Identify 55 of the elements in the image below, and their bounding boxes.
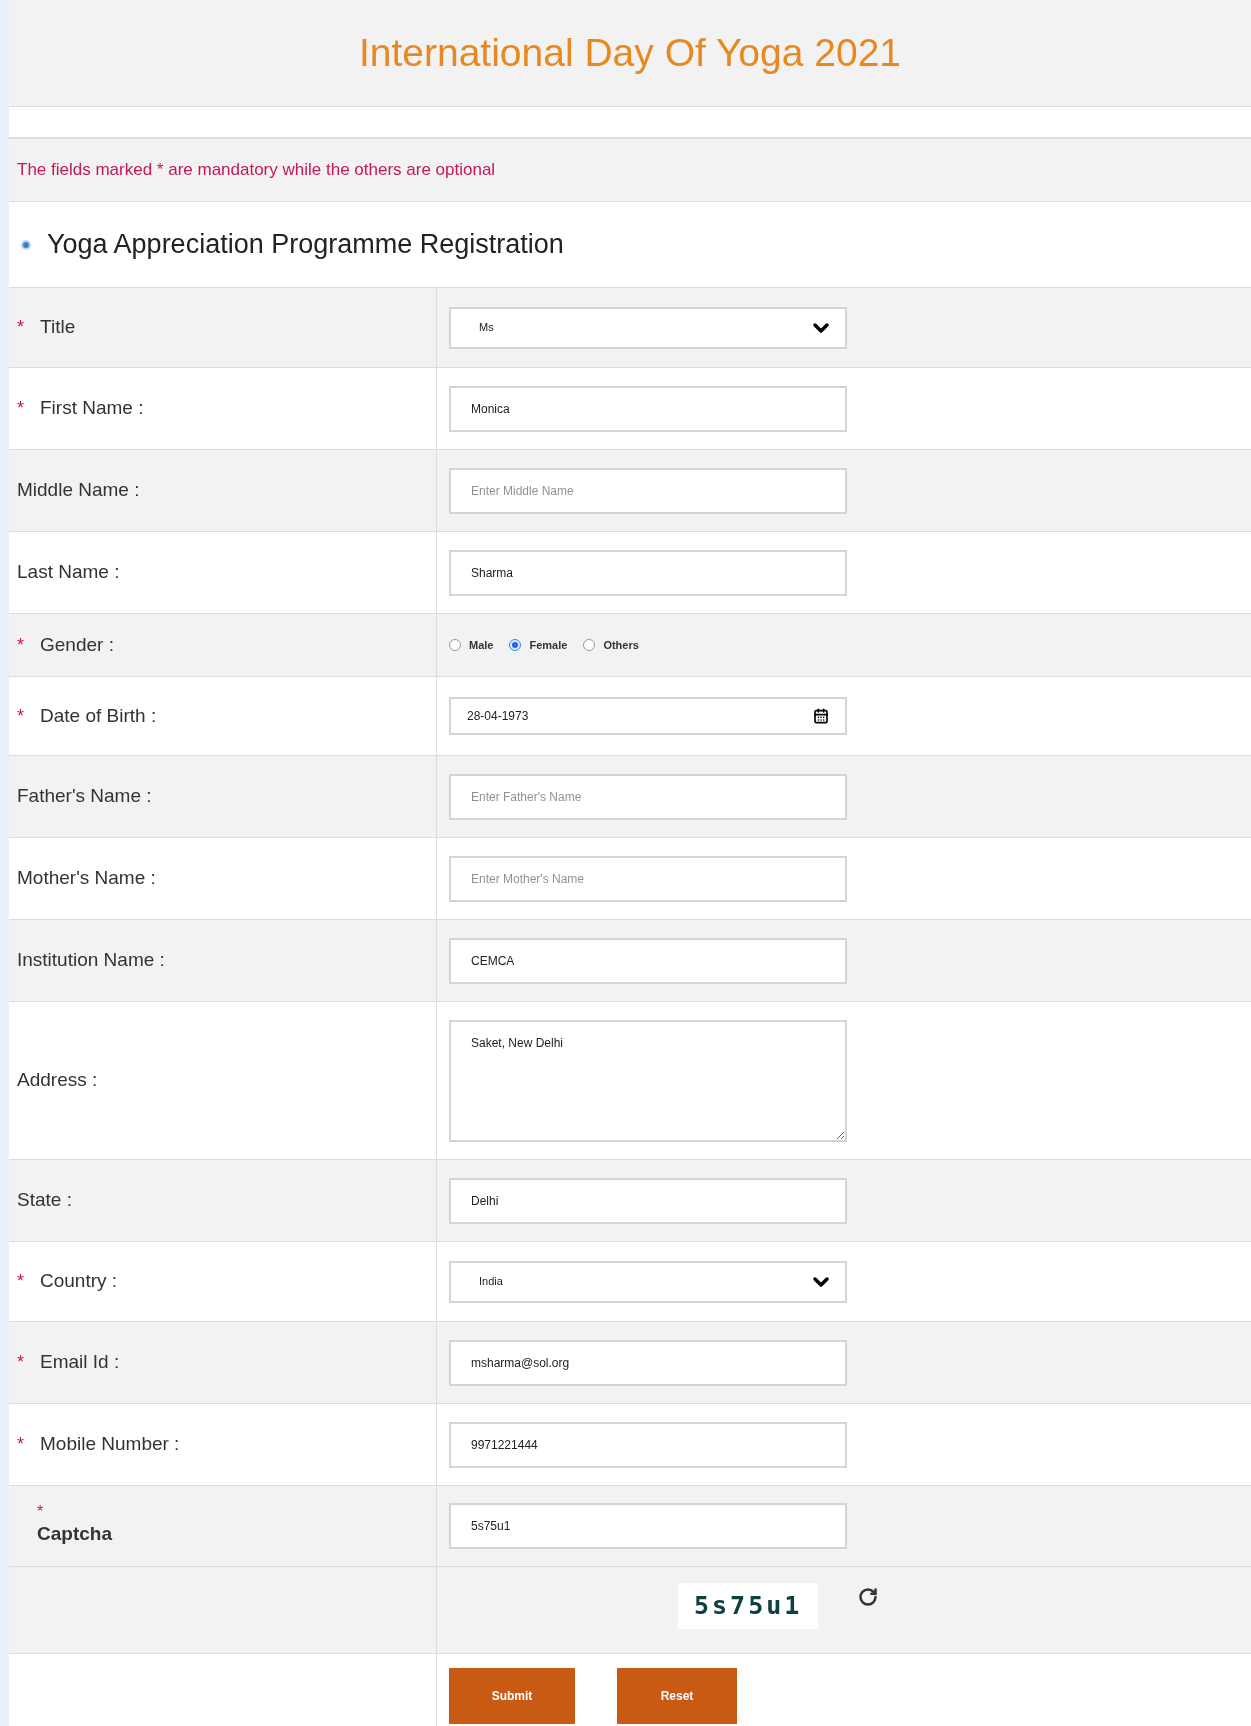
mandatory-notice: The fields marked * are mandatory while the others are optional [17, 159, 496, 182]
input-field[interactable]: Enter Middle Name [449, 467, 847, 514]
radio-button[interactable] [509, 639, 522, 651]
required-mark: * [17, 1433, 24, 1456]
input-field[interactable]: 5s75u1 [449, 1503, 847, 1549]
field-label: Date of Birth : [40, 703, 157, 728]
date-value: 28-04-1973 [467, 708, 529, 725]
field-label: Mother's Name : [17, 866, 156, 891]
field-label: Gender : [40, 632, 114, 657]
required-mark: * [17, 1270, 24, 1293]
required-mark: * [17, 397, 24, 420]
date-field[interactable]: 28-04-1973 [449, 697, 847, 735]
field-label: Country : [40, 1269, 118, 1294]
input-field[interactable]: Monica [449, 385, 847, 432]
field-label: Last Name : [17, 560, 120, 585]
radio-label: Male [469, 637, 494, 653]
select-field[interactable]: Ms [449, 306, 847, 349]
captcha-image: 5s75u1 [678, 1583, 819, 1629]
input-field[interactable]: msharma@sol.org [449, 1339, 847, 1386]
field-label: Email Id : [40, 1350, 120, 1375]
submit-button[interactable]: Submit [449, 1668, 575, 1724]
select-value: Ms [479, 320, 494, 336]
required-mark: * [37, 1503, 45, 1520]
field-label: Middle Name : [17, 478, 140, 503]
page-title: International Day Of Yoga 2021 [358, 29, 902, 76]
bullet-icon [21, 239, 31, 250]
field-label: Title [40, 315, 76, 340]
address-field[interactable]: Saket, New Delhi [449, 1019, 847, 1142]
radio-button[interactable] [449, 639, 461, 651]
field-label: Captcha [37, 1521, 112, 1546]
field-label: Institution Name : [17, 948, 165, 973]
field-label: State : [17, 1188, 72, 1213]
field-label: Address : [17, 1068, 98, 1093]
field-label: First Name : [40, 396, 144, 421]
field-label: Father's Name : [17, 784, 152, 809]
calendar-icon [813, 708, 829, 724]
required-mark: * [17, 704, 24, 728]
required-mark: * [17, 1351, 24, 1374]
required-mark: * [17, 316, 24, 339]
required-mark: * [17, 633, 24, 657]
radio-button[interactable] [583, 639, 596, 651]
input-field[interactable]: Sharma [449, 549, 847, 596]
radio-label: Others [603, 637, 639, 653]
input-field[interactable]: Enter Mother's Name [449, 855, 847, 902]
radio-label: Female [529, 637, 568, 653]
refresh-icon[interactable] [858, 1587, 879, 1607]
input-field[interactable]: 9971221444 [449, 1421, 847, 1468]
field-label: Mobile Number : [40, 1432, 180, 1457]
select-field[interactable]: India [449, 1260, 847, 1303]
section-heading: Yoga Appreciation Programme Registration [47, 228, 564, 262]
input-field[interactable]: Delhi [449, 1177, 847, 1224]
input-field[interactable]: CEMCA [449, 937, 847, 984]
input-field[interactable]: Enter Father's Name [449, 773, 847, 820]
select-value: India [479, 1274, 503, 1290]
reset-button[interactable]: Reset [617, 1668, 737, 1724]
